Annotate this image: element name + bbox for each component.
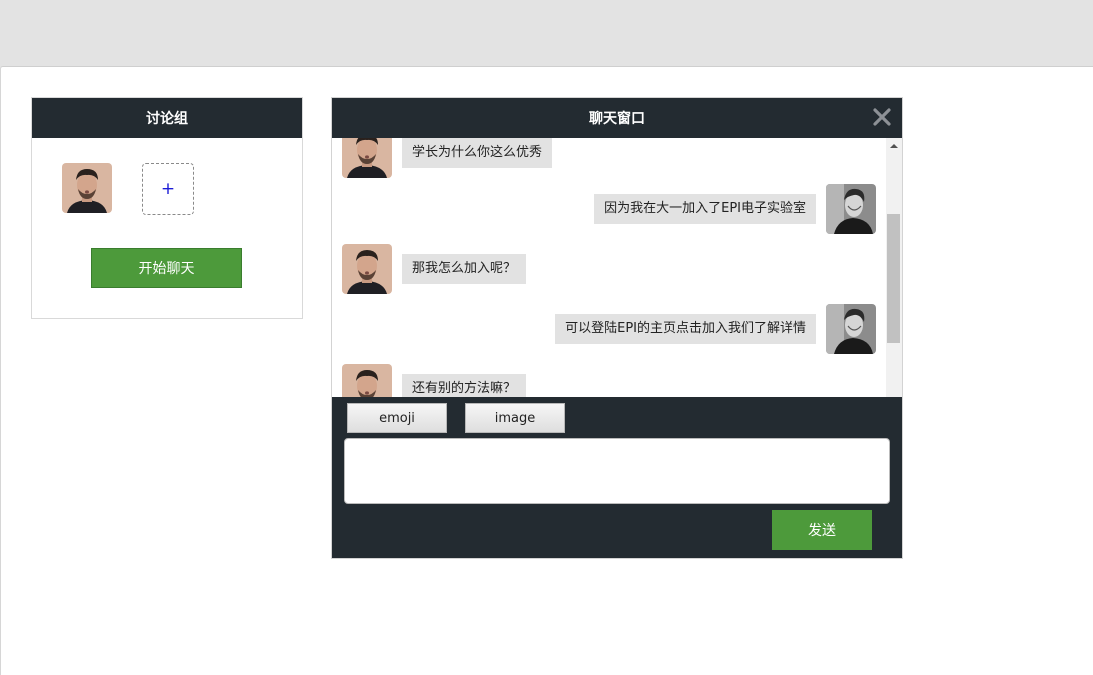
add-icon: + [160, 179, 176, 199]
message-bubble: 那我怎么加入呢？ [402, 254, 527, 284]
message-list[interactable]: 学长为什么你这么优秀 因为我在大一加入了EPI电子实验室 那我怎么加入呢？ 可以… [332, 138, 886, 397]
message-scrollbar[interactable] [886, 138, 902, 397]
message-input[interactable] [344, 438, 890, 504]
chat-window: 聊天窗口 学长为什么你这么优秀 因为我在大一加入了EPI电子实验室 那我怎么加入… [331, 97, 903, 559]
bw-man-avatar [826, 184, 876, 234]
discussion-group-panel: 讨论组 + 开始聊天 [31, 97, 303, 319]
chat-window-title: 聊天窗口 [332, 98, 902, 138]
message-bubble: 还有别的方法嘛？ [402, 374, 527, 397]
message-bubble: 因为我在大一加入了EPI电子实验室 [594, 194, 816, 224]
scrollbar-thumb[interactable] [887, 214, 900, 343]
bearded-man-avatar [342, 244, 392, 294]
add-member-button[interactable]: + [142, 163, 194, 215]
start-chat-button[interactable]: 开始聊天 [91, 248, 242, 288]
image-button[interactable]: image [465, 403, 565, 433]
emoji-button[interactable]: emoji [347, 403, 447, 433]
send-button[interactable]: 发送 [772, 510, 872, 550]
compose-area: emoji image 发送 [332, 397, 902, 558]
scroll-up-icon[interactable] [890, 144, 898, 148]
message-bubble: 可以登陆EPI的主页点击加入我们了解详情 [555, 314, 816, 344]
bearded-man-avatar [342, 138, 392, 178]
close-icon[interactable] [872, 107, 892, 127]
bw-man-avatar [826, 304, 876, 354]
message-bubble: 学长为什么你这么优秀 [402, 138, 553, 168]
member-avatar[interactable] [62, 163, 112, 213]
group-panel-title: 讨论组 [32, 98, 302, 138]
bearded-man-avatar [342, 364, 392, 397]
